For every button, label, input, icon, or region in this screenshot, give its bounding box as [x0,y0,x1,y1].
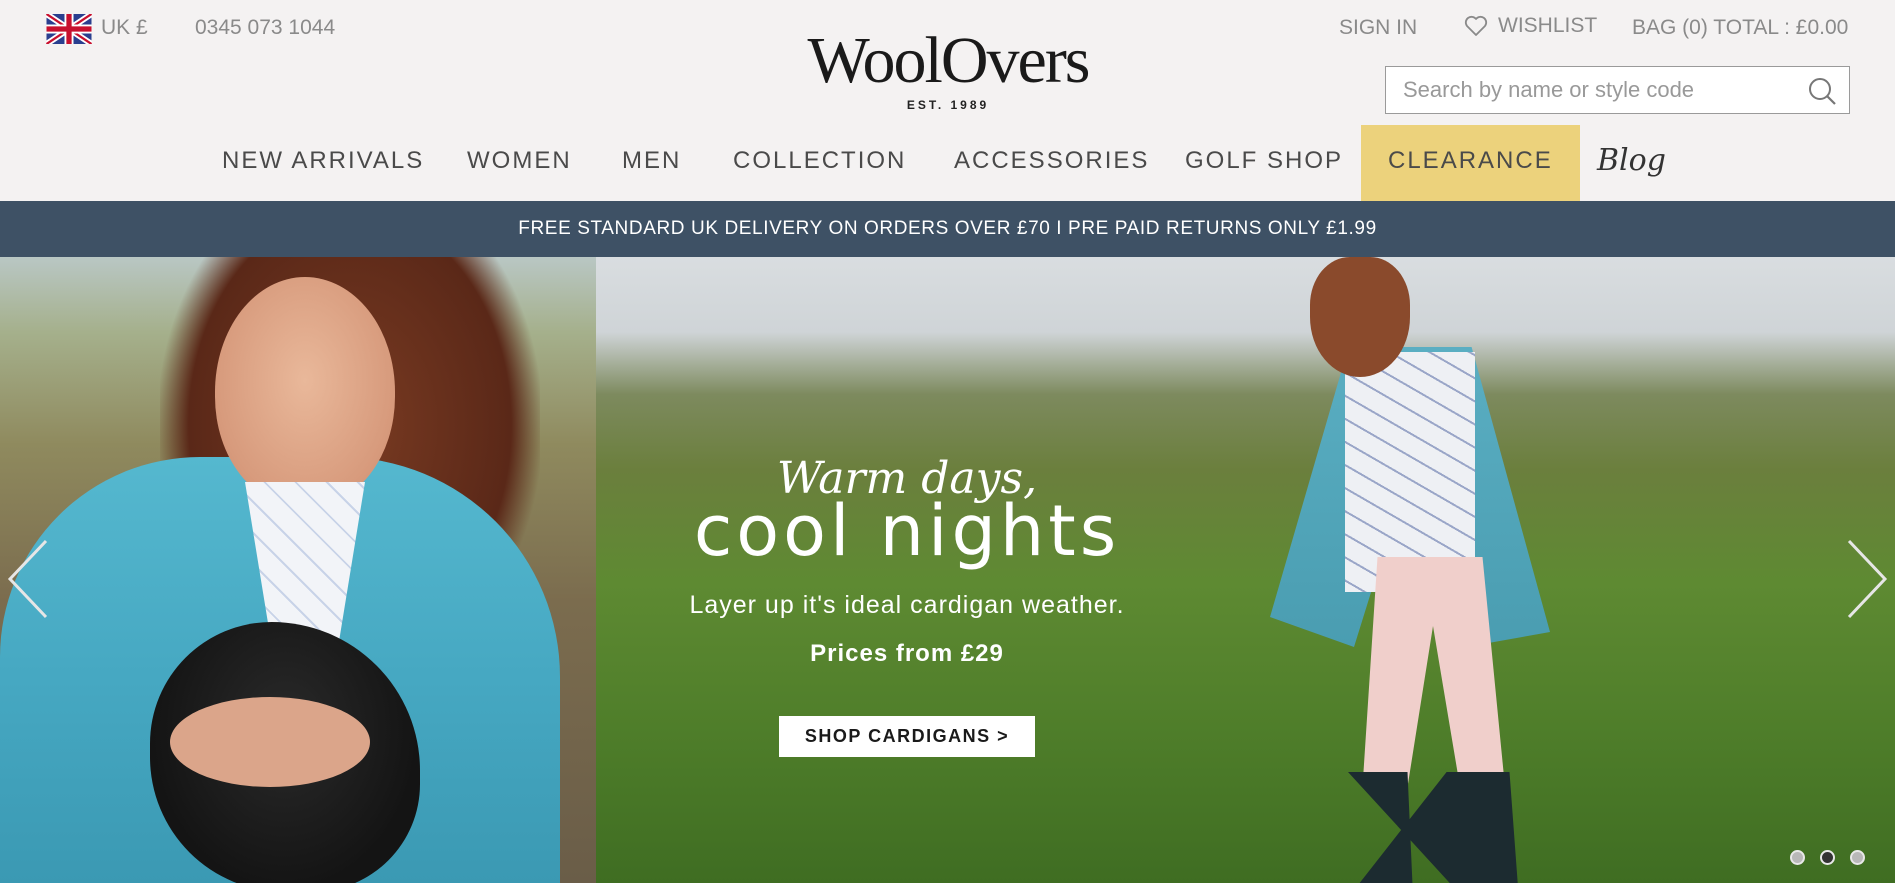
hero-headline: cool nights [693,490,1121,572]
search-input[interactable] [1386,67,1786,113]
chevron-right-icon[interactable] [1845,537,1889,621]
region-selector[interactable]: UK £ [101,16,148,40]
sign-in-link[interactable]: SIGN IN [1339,16,1417,40]
site-logo[interactable]: WoolOvers EST. 1989 [778,24,1118,113]
carousel-dot-2[interactable] [1820,850,1835,865]
wishlist-label: WISHLIST [1498,14,1598,37]
search-box [1385,66,1850,114]
carousel-dots [1790,850,1865,865]
logo-wordmark: WoolOvers [807,24,1091,97]
hero-subline: Layer up it's ideal cardigan weather. [689,591,1125,619]
wishlist-link[interactable]: WISHLIST [1464,14,1597,38]
nav-women[interactable]: WOMEN [467,125,572,201]
heart-icon [1464,15,1488,36]
phone-number[interactable]: 0345 073 1044 [195,16,335,40]
nav-men[interactable]: MEN [622,125,681,201]
nav-golf-shop[interactable]: GOLF SHOP [1185,125,1343,201]
nav-clearance[interactable]: CLEARANCE [1361,125,1580,201]
hero-copy: Warm days, cool nights Layer up it's ide… [672,457,1142,757]
bag-summary[interactable]: BAG (0) TOTAL : £0.00 [1632,16,1848,40]
chevron-left-icon[interactable] [6,537,50,621]
hero-price: Prices from £29 [810,640,1004,667]
site-header: UK £ 0345 073 1044 WoolOvers EST. 1989 S… [0,0,1895,201]
carousel-dot-3[interactable] [1850,850,1865,865]
nav-collection[interactable]: COLLECTION [733,125,906,201]
nav-new-arrivals[interactable]: NEW ARRIVALS [222,125,424,201]
hero-image-woman-with-lamb [0,257,596,883]
carousel-dot-1[interactable] [1790,850,1805,865]
nav-blog[interactable]: Blog [1597,125,1666,201]
logo-tagline: EST. 1989 [906,98,990,112]
search-icon[interactable] [1807,76,1837,106]
main-nav: NEW ARRIVALS WOMEN MEN COLLECTION ACCESS… [0,125,1895,201]
nav-accessories[interactable]: ACCESSORIES [954,125,1149,201]
delivery-promo-banner[interactable]: FREE STANDARD UK DELIVERY ON ORDERS OVER… [0,201,1895,257]
uk-flag-icon[interactable] [46,14,92,44]
shop-cardigans-button[interactable]: SHOP CARDIGANS > [778,716,1036,757]
hero-carousel: Warm days, cool nights Layer up it's ide… [0,257,1895,883]
